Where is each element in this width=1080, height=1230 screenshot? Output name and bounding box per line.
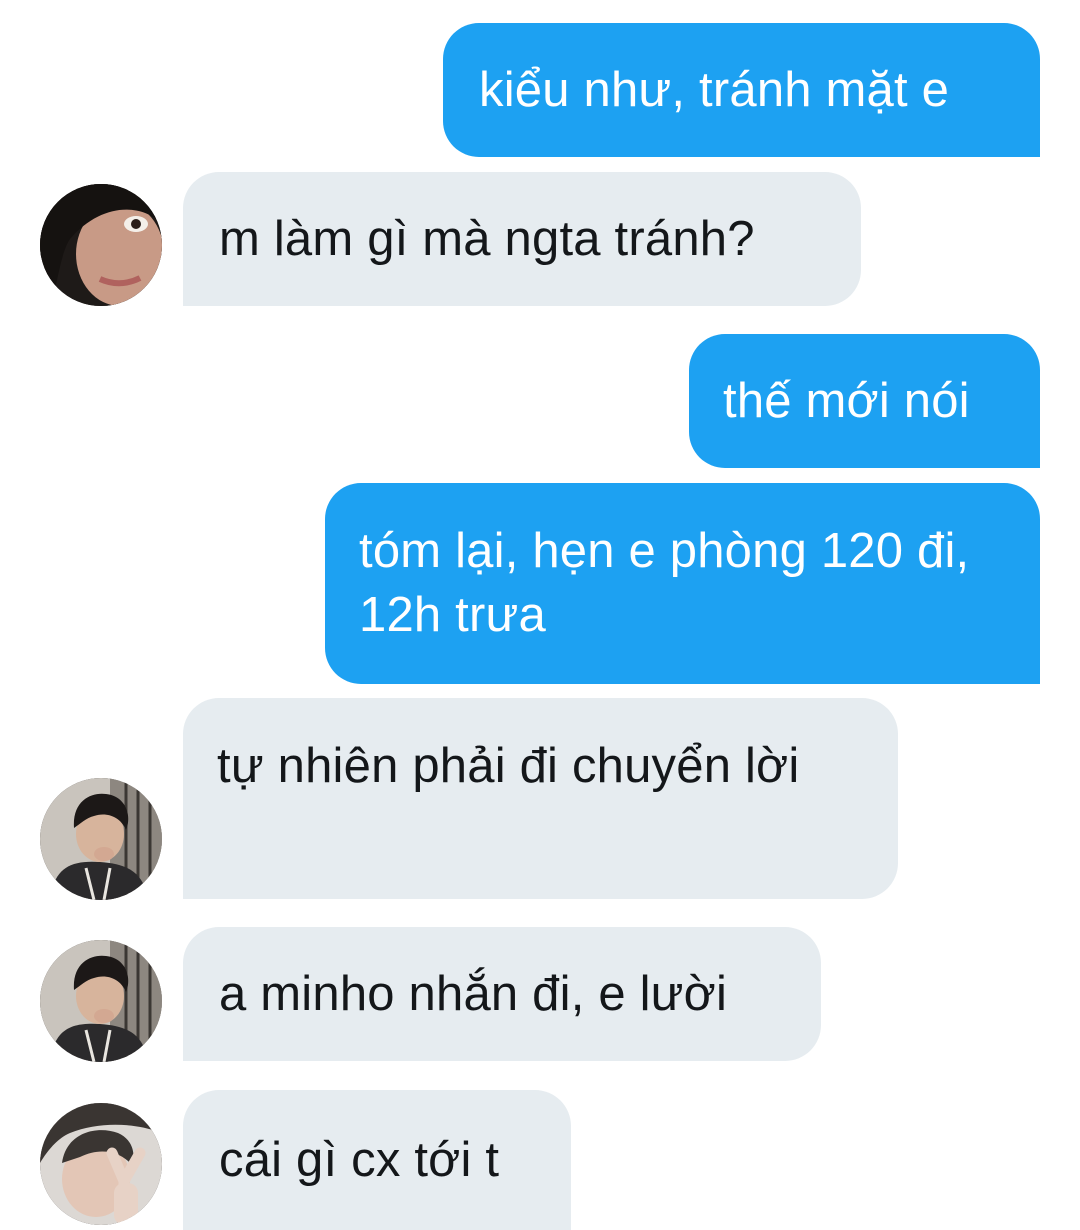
dark-hair-avatar-icon — [40, 940, 162, 1062]
message-text: thế mới nói — [723, 374, 970, 428]
outgoing-message[interactable]: thế mới nói — [689, 334, 1040, 468]
contact-avatar[interactable] — [40, 184, 162, 306]
incoming-message[interactable]: cái gì cx tới t — [183, 1090, 571, 1230]
message-text: m làm gì mà ngta tránh? — [219, 212, 755, 266]
dark-hood-avatar-icon — [40, 184, 162, 306]
peace-sign-avatar-icon — [40, 1103, 162, 1225]
dark-hair-avatar-icon — [40, 778, 162, 900]
contact-avatar[interactable] — [40, 778, 162, 900]
message-text: cái gì cx tới t — [219, 1133, 500, 1187]
message-text: tự nhiên phải đi chuyển lời — [217, 739, 800, 793]
message-text: a minho nhắn đi, e lười — [219, 967, 728, 1021]
incoming-message[interactable]: tự nhiên phải đi chuyển lời — [183, 698, 898, 899]
outgoing-message[interactable]: tóm lại, hẹn e phòng 120 đi, 12h trưa — [325, 483, 1040, 684]
message-text: kiểu như, tránh mặt e — [479, 63, 950, 117]
contact-avatar[interactable] — [40, 940, 162, 1062]
contact-avatar[interactable] — [40, 1103, 162, 1225]
incoming-message[interactable]: m làm gì mà ngta tránh? — [183, 172, 861, 306]
outgoing-message[interactable]: kiểu như, tránh mặt e — [443, 23, 1040, 157]
incoming-message[interactable]: a minho nhắn đi, e lười — [183, 927, 821, 1061]
message-text: tóm lại, hẹn e phòng 120 đi, 12h trưa — [359, 524, 970, 642]
